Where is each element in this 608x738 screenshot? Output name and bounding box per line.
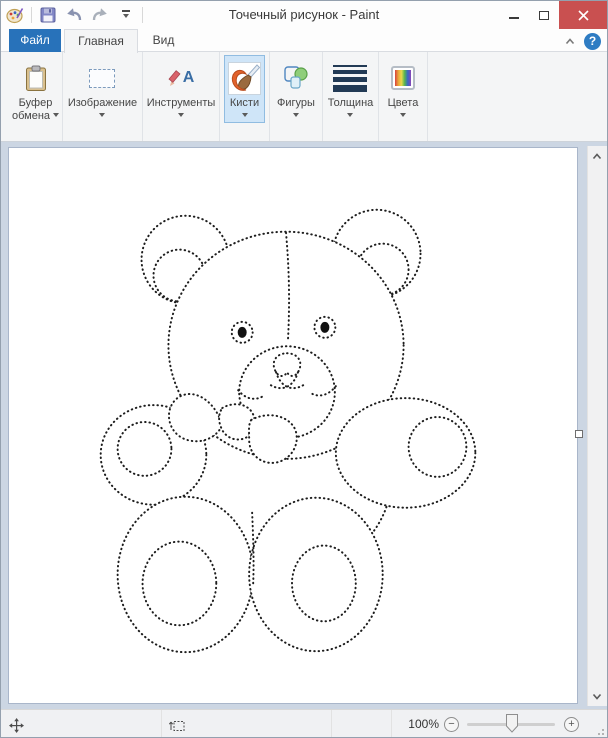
shapes-icon — [283, 59, 309, 97]
dropdown-arrow-icon — [347, 113, 353, 120]
close-icon — [578, 10, 589, 21]
group-label: Изображение — [68, 97, 137, 110]
group-label: Фигуры — [277, 97, 315, 110]
brushes-icon — [228, 59, 261, 97]
ribbon-group-tools[interactable]: A Инструменты — [143, 52, 220, 141]
paint-window: Точечный рисунок - Paint Файл Главная Ви… — [0, 0, 608, 738]
tab-file[interactable]: Файл — [9, 29, 61, 52]
ribbon-group-shapes[interactable]: Фигуры — [270, 52, 323, 141]
ribbon: Буфер обмена Изображение A Инстр — [1, 52, 607, 142]
zoom-in-button[interactable]: + — [564, 717, 579, 732]
group-label: Инструменты — [147, 97, 216, 110]
group-label: Толщина — [328, 97, 374, 110]
dropdown-arrow-icon — [99, 113, 105, 120]
group-label: Буфер — [19, 97, 53, 110]
ribbon-group-image[interactable]: Изображение — [63, 52, 143, 141]
statusbar-separator — [331, 710, 332, 738]
chevron-up-icon — [565, 38, 575, 45]
vertical-scrollbar[interactable] — [587, 146, 608, 706]
clipboard-icon — [25, 59, 47, 97]
maximize-button[interactable] — [529, 1, 559, 29]
ribbon-group-thickness[interactable]: Толщина — [323, 52, 379, 141]
dropdown-arrow-icon — [400, 113, 406, 120]
chevron-up-icon — [592, 153, 602, 160]
statusbar-separator — [161, 710, 162, 738]
zoom-level: 100% — [399, 717, 439, 731]
scroll-down-button[interactable] — [589, 688, 604, 704]
canvas-resize-handle[interactable] — [575, 430, 583, 438]
dropdown-arrow-icon — [293, 113, 299, 120]
cursor-position-icon — [9, 718, 24, 738]
maximize-icon — [539, 11, 549, 20]
thickness-icon — [333, 59, 367, 97]
image-size-icon — [169, 719, 185, 737]
minimize-button[interactable] — [499, 1, 529, 29]
help-button[interactable]: ? — [584, 33, 601, 50]
title-bar: Точечный рисунок - Paint — [1, 1, 607, 29]
group-label: Цвета — [388, 97, 419, 110]
statusbar-separator — [391, 710, 392, 738]
tab-home[interactable]: Главная — [64, 29, 138, 53]
chevron-down-icon — [592, 693, 602, 700]
window-resize-grip[interactable] — [595, 726, 604, 735]
workspace — [1, 142, 607, 709]
colors-icon — [391, 59, 415, 97]
ribbon-tab-row: Файл Главная Вид ? — [1, 29, 607, 52]
scroll-up-button[interactable] — [589, 148, 604, 164]
window-controls — [499, 1, 607, 29]
zoom-out-button[interactable]: − — [444, 717, 459, 732]
image-selection-icon — [89, 59, 115, 97]
minimize-icon — [509, 17, 519, 19]
teddy-bear-drawing — [9, 148, 577, 703]
close-button[interactable] — [559, 1, 607, 29]
dropdown-arrow-icon — [242, 113, 248, 120]
scrollbar-track[interactable] — [589, 146, 604, 706]
ribbon-group-brushes[interactable]: Кисти — [220, 52, 270, 141]
collapse-ribbon-button[interactable] — [565, 32, 575, 50]
ribbon-group-clipboard[interactable]: Буфер обмена — [9, 52, 63, 141]
group-label: обмена — [12, 110, 59, 123]
group-label: Кисти — [230, 97, 259, 110]
drawing-canvas[interactable] — [8, 147, 578, 704]
status-bar: 100% − + — [1, 709, 607, 738]
ribbon-group-colors[interactable]: Цвета — [379, 52, 428, 141]
tools-icon: A — [168, 59, 195, 97]
dropdown-arrow-icon — [53, 113, 59, 120]
zoom-slider-thumb[interactable] — [506, 714, 518, 738]
dropdown-arrow-icon — [178, 113, 184, 120]
tab-view[interactable]: Вид — [140, 29, 187, 52]
